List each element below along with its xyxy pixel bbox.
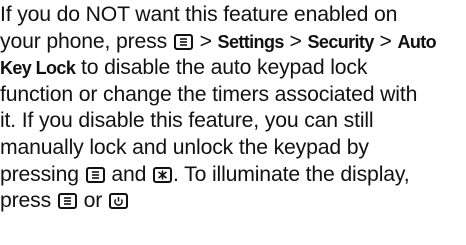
instruction-paragraph: If you do NOT want this feature enabled … (0, 2, 466, 215)
text-segment: or (83, 189, 103, 213)
text-segment: > (199, 29, 212, 53)
menu-path-auto: Auto (397, 31, 437, 52)
menu-path-settings: Settings (217, 31, 285, 52)
text-segment: . To illuminate the display, (173, 162, 410, 186)
text-segment: function or change the timers associated… (0, 82, 418, 106)
text-line: it. If you disable this feature, you can… (0, 108, 466, 135)
text-line: Key Lock to disable the auto keypad lock (0, 55, 466, 82)
menu-path-key-lock: Key Lock (0, 58, 76, 79)
menu-path-security: Security (307, 31, 375, 52)
power-end-key-icon (108, 193, 128, 210)
text-line: your phone, press > Settings > Security … (0, 29, 466, 56)
text-segment: > (379, 29, 392, 53)
text-segment: and (111, 162, 147, 186)
text-segment: your phone, press (0, 29, 168, 53)
star-key-icon (153, 166, 173, 183)
text-line: If you do NOT want this feature enabled … (0, 2, 466, 29)
text-segment: it. If you disable this feature, you can… (0, 109, 374, 133)
menu-key-icon (173, 33, 193, 50)
text-segment: manually lock and unlock the keypad by (0, 135, 369, 159)
menu-key-icon (85, 166, 105, 183)
text-line: pressing and . To illuminate the display… (0, 162, 466, 189)
text-segment: press (0, 189, 52, 213)
text-segment: > (289, 29, 302, 53)
text-line: function or change the timers associated… (0, 82, 466, 109)
text-segment: pressing (0, 162, 79, 186)
text-segment: If you do NOT want this feature enabled … (0, 3, 398, 26)
text-line: press or (0, 188, 466, 215)
text-line: manually lock and unlock the keypad by (0, 135, 466, 162)
menu-key-icon (57, 193, 77, 210)
text-segment: to disable the auto keypad lock (80, 56, 368, 80)
